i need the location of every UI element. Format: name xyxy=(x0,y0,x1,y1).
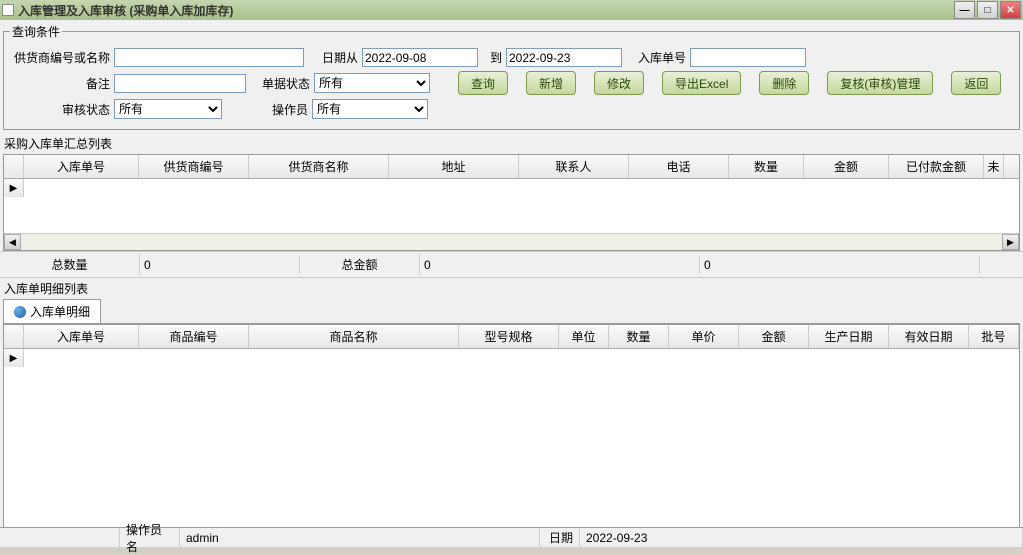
col-header[interactable]: 联系人 xyxy=(519,155,629,178)
receipt-no-label: 入库单号 xyxy=(626,49,686,66)
col-header[interactable]: 数量 xyxy=(729,155,804,178)
titlebar: 入库管理及入库审核 (采购单入库加库存) — □ ✕ xyxy=(0,0,1023,20)
col-header[interactable]: 单位 xyxy=(559,325,609,348)
col-header[interactable]: 供货商编号 xyxy=(139,155,249,178)
delete-button[interactable]: 删除 xyxy=(759,71,809,95)
close-button[interactable]: ✕ xyxy=(1000,1,1021,19)
audit-status-select[interactable]: 所有 xyxy=(114,99,222,119)
detail-title: 入库单明细列表 xyxy=(0,278,1023,299)
globe-icon xyxy=(14,306,26,318)
row-indicator-icon: ▶ xyxy=(4,349,24,367)
app-icon xyxy=(2,4,14,16)
add-button[interactable]: 新增 xyxy=(526,71,576,95)
col-header[interactable]: 单价 xyxy=(669,325,739,348)
col-header[interactable]: 商品名称 xyxy=(249,325,459,348)
bill-status-label: 单据状态 xyxy=(250,75,310,92)
receipt-no-input[interactable] xyxy=(690,48,806,67)
col-header[interactable]: 金额 xyxy=(804,155,889,178)
date-from-label: 日期从 xyxy=(308,49,358,66)
status-date-label: 日期 xyxy=(540,528,580,547)
statusbar: 操作员名 admin 日期 2022-09-23 xyxy=(0,527,1023,547)
date-to-label: 到 xyxy=(482,49,502,66)
summary-hscroll[interactable]: ◀ ▶ xyxy=(4,233,1019,250)
summary-title: 采购入库单汇总列表 xyxy=(0,133,1023,154)
export-button[interactable]: 导出Excel xyxy=(662,71,741,95)
tab-label: 入库单明细 xyxy=(30,303,90,320)
col-header[interactable]: 生产日期 xyxy=(809,325,889,348)
status-date-value: 2022-09-23 xyxy=(580,528,1023,547)
col-header[interactable]: 地址 xyxy=(389,155,519,178)
search-panel: 查询条件 供货商编号或名称 日期从 到 入库单号 备注 单据状态 所有 查询 新… xyxy=(3,23,1020,130)
row-indicator-icon: ▶ xyxy=(4,179,24,197)
maximize-button[interactable]: □ xyxy=(977,1,998,19)
supplier-label: 供货商编号或名称 xyxy=(10,49,110,66)
minimize-button[interactable]: — xyxy=(954,1,975,19)
col-header[interactable]: 数量 xyxy=(609,325,669,348)
col-header[interactable]: 型号规格 xyxy=(459,325,559,348)
scroll-left-icon[interactable]: ◀ xyxy=(4,234,21,250)
col-header[interactable]: 电话 xyxy=(629,155,729,178)
col-header[interactable]: 入库单号 xyxy=(24,325,139,348)
supplier-input[interactable] xyxy=(114,48,304,67)
totals-row: 总数量 0 总金额 0 0 xyxy=(0,251,1023,278)
col-header[interactable]: 商品编号 xyxy=(139,325,249,348)
search-legend: 查询条件 xyxy=(10,23,62,40)
total-blank-value: 0 xyxy=(700,256,980,274)
col-header[interactable]: 已付款金额 xyxy=(889,155,984,178)
status-operator-label: 操作员名 xyxy=(120,528,180,547)
total-amt-label: 总金额 xyxy=(300,254,420,275)
audit-status-label: 审核状态 xyxy=(10,101,110,118)
query-button[interactable]: 查询 xyxy=(458,71,508,95)
remark-label: 备注 xyxy=(10,75,110,92)
col-header[interactable]: 未 xyxy=(984,155,1004,178)
back-button[interactable]: 返回 xyxy=(951,71,1001,95)
remark-input[interactable] xyxy=(114,74,246,93)
window-title: 入库管理及入库审核 (采购单入库加库存) xyxy=(18,2,233,19)
detail-grid-header: 入库单号 商品编号 商品名称 型号规格 单位 数量 单价 金额 生产日期 有效日… xyxy=(4,325,1019,349)
col-header[interactable]: 入库单号 xyxy=(24,155,139,178)
summary-grid-header: 入库单号 供货商编号 供货商名称 地址 联系人 电话 数量 金额 已付款金额 未 xyxy=(4,155,1019,179)
col-header[interactable]: 有效日期 xyxy=(889,325,969,348)
operator-label: 操作员 xyxy=(226,101,308,118)
total-amt-value: 0 xyxy=(420,256,700,274)
date-from-input[interactable] xyxy=(362,48,478,67)
bill-status-select[interactable]: 所有 xyxy=(314,73,430,93)
col-header[interactable]: 批号 xyxy=(969,325,1019,348)
total-qty-value: 0 xyxy=(140,256,300,274)
audit-button[interactable]: 复核(审核)管理 xyxy=(827,71,933,95)
scroll-right-icon[interactable]: ▶ xyxy=(1002,234,1019,250)
detail-grid-body[interactable]: ▶ xyxy=(4,349,1019,367)
modify-button[interactable]: 修改 xyxy=(594,71,644,95)
total-qty-label: 总数量 xyxy=(0,254,140,275)
status-operator-value: admin xyxy=(180,528,540,547)
summary-grid-body[interactable]: ▶ xyxy=(4,179,1019,197)
col-header[interactable]: 供货商名称 xyxy=(249,155,389,178)
tab-detail[interactable]: 入库单明细 xyxy=(3,299,101,323)
date-to-input[interactable] xyxy=(506,48,622,67)
operator-select[interactable]: 所有 xyxy=(312,99,428,119)
col-header[interactable]: 金额 xyxy=(739,325,809,348)
